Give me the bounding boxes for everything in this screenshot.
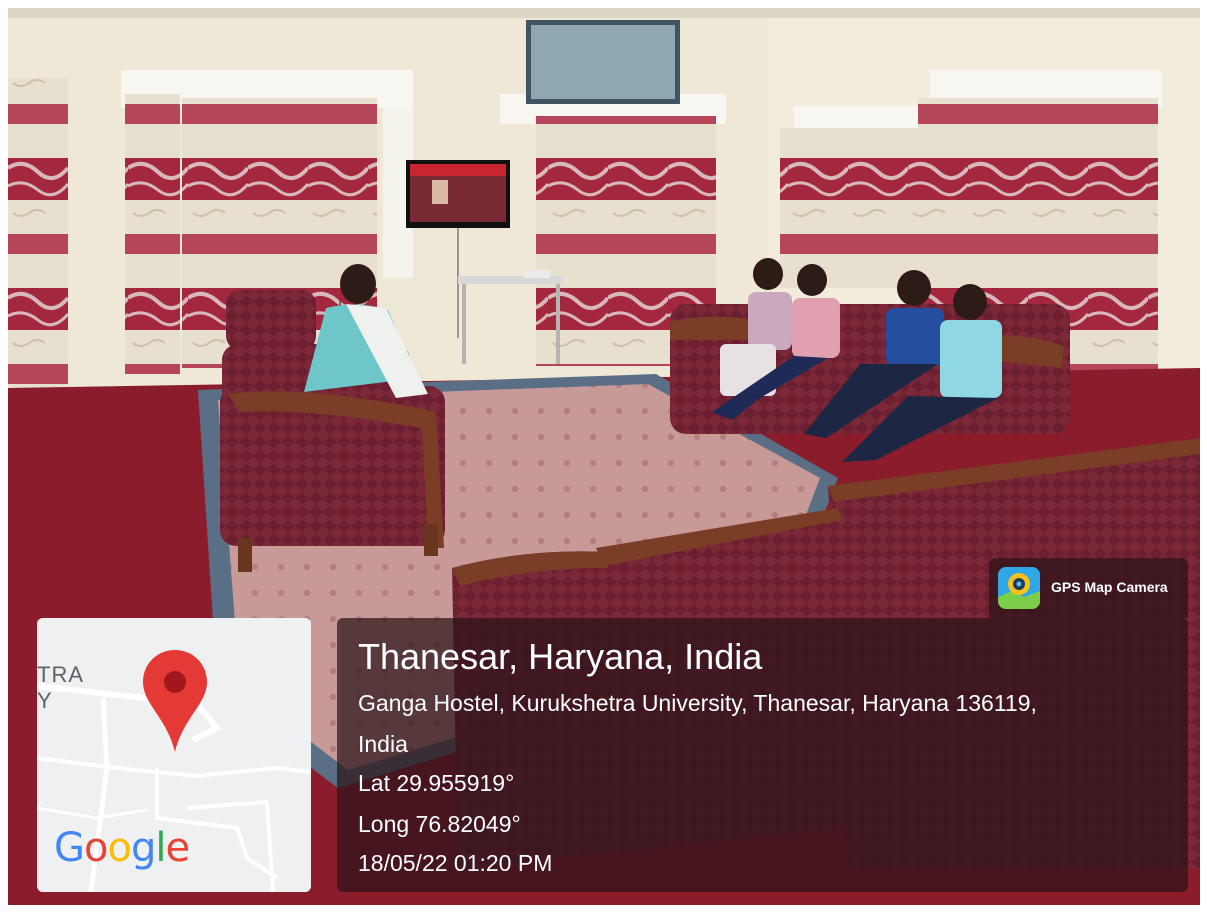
longitude-text: Long 76.82049° (358, 811, 521, 837)
google-logo-letter: G (54, 825, 85, 871)
brand-label: GPS Map Camera (1051, 579, 1168, 595)
map-thumbnail: TRA Y Google (37, 618, 311, 892)
google-logo-letter: l (155, 825, 166, 871)
location-info-panel: Thanesar, Haryana, India Ganga Hostel, K… (337, 618, 1188, 892)
google-logo-letter: g (130, 825, 156, 871)
google-logo-letter: o (84, 825, 109, 871)
google-logo: Google (54, 825, 190, 871)
google-logo-letter: e (165, 825, 190, 871)
map-fragment-label: TRA Y (37, 662, 84, 713)
address-line-1: Ganga Hostel, Kurukshetra University, Th… (358, 690, 1037, 716)
address-line-2: India (358, 731, 408, 757)
gps-camera-app-icon (998, 567, 1040, 609)
latitude-text: Lat 29.955919° (358, 770, 515, 796)
location-pin-icon (143, 650, 207, 752)
datetime-text: 18/05/22 01:20 PM (358, 850, 553, 876)
location-title: Thanesar, Haryana, India (358, 636, 763, 677)
google-logo-letter: o (107, 825, 132, 871)
gps-map-camera-badge: GPS Map Camera (989, 558, 1188, 618)
